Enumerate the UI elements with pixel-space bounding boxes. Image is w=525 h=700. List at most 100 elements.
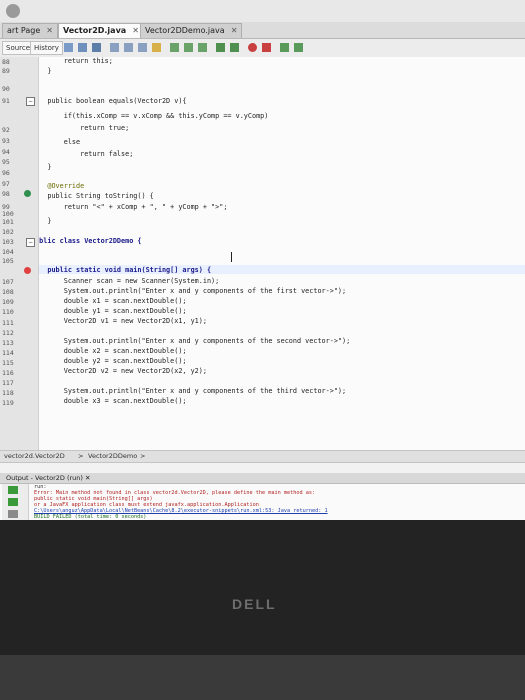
code-line: @Override bbox=[47, 182, 85, 190]
line-number: 113 bbox=[2, 339, 14, 347]
close-icon[interactable]: ✕ bbox=[231, 26, 238, 35]
code-line: } bbox=[47, 163, 52, 171]
line-number: 101 bbox=[2, 218, 14, 226]
line-number: 109 bbox=[2, 298, 14, 306]
text-cursor bbox=[231, 252, 232, 262]
code-line: public String toString() { bbox=[39, 192, 154, 200]
close-icon[interactable]: ✕ bbox=[46, 26, 53, 35]
override-marker-icon[interactable] bbox=[24, 190, 31, 197]
code-line: Scanner scan = new Scanner(System.in); bbox=[39, 277, 220, 285]
line-number: 104 bbox=[2, 248, 14, 256]
code-line: double x2 = scan.nextDouble(); bbox=[39, 347, 187, 355]
code-line: return false; bbox=[39, 150, 134, 158]
code-line: if(this.xComp == v.xComp && this.yComp =… bbox=[39, 112, 269, 120]
output-window-header: Output - Vector2D (run) ✕ bbox=[0, 473, 525, 484]
code-line: System.out.println("Enter x and y compon… bbox=[39, 287, 347, 295]
code-line: public class Vector2DDemo { bbox=[39, 237, 142, 245]
find-icon[interactable] bbox=[110, 43, 119, 52]
line-number: 111 bbox=[2, 319, 14, 327]
fold-toggle-icon[interactable]: − bbox=[26, 97, 35, 106]
line-number: 90 bbox=[2, 85, 10, 93]
find-next-icon[interactable] bbox=[138, 43, 147, 52]
code-line: return true; bbox=[39, 124, 130, 132]
code-line: } bbox=[47, 217, 52, 225]
breadcrumb-item[interactable]: Vector2DDemo bbox=[88, 452, 137, 460]
editor-tab-strip: art Page ✕ Vector2D.java ✕ Vector2DDemo.ja… bbox=[0, 22, 525, 39]
code-line: else bbox=[63, 138, 81, 146]
breadcrumb: vector2d.Vector2D > Vector2DDemo > bbox=[0, 450, 525, 463]
code-line: double y1 = scan.nextDouble(); bbox=[39, 307, 187, 315]
line-number: 107 bbox=[2, 278, 14, 286]
line-number-gutter: 88 89 90 91 − 92 93 94 95 96 97 98 99 10… bbox=[0, 57, 39, 450]
editor-toolbar: Source History bbox=[0, 39, 525, 58]
line-number: 91 bbox=[2, 97, 10, 105]
code-line: System.out.println("Enter x and y compon… bbox=[39, 337, 351, 345]
chevron-right-icon: > bbox=[140, 452, 146, 460]
code-line: public static void main(String[] args) { bbox=[39, 266, 212, 274]
previous-bookmark-icon[interactable] bbox=[170, 43, 179, 52]
close-icon[interactable]: ✕ bbox=[85, 474, 90, 482]
uncomment-icon[interactable] bbox=[294, 43, 303, 52]
start-macro-icon[interactable] bbox=[248, 43, 257, 52]
line-number: 96 bbox=[2, 169, 10, 177]
line-number: 116 bbox=[2, 369, 14, 377]
tab-vector2d-java[interactable]: Vector2D.java ✕ bbox=[58, 23, 144, 38]
line-number: 119 bbox=[2, 399, 14, 407]
code-line: } bbox=[47, 67, 52, 75]
rerun-with-options-icon[interactable] bbox=[8, 498, 18, 506]
line-number: 94 bbox=[2, 148, 10, 156]
desk-surface bbox=[0, 655, 525, 700]
last-edit-icon[interactable] bbox=[64, 43, 73, 52]
forward-icon[interactable] bbox=[92, 43, 101, 52]
code-line: return this; bbox=[39, 57, 113, 65]
fold-toggle-icon[interactable]: − bbox=[26, 238, 35, 247]
breadcrumb-item[interactable]: vector2d.Vector2D bbox=[4, 452, 65, 460]
toggle-bookmark-icon[interactable] bbox=[198, 43, 207, 52]
line-number: 110 bbox=[2, 308, 14, 316]
line-number: 102 bbox=[2, 228, 14, 236]
line-number: 95 bbox=[2, 158, 10, 166]
monitor-brand-logo: DELL bbox=[232, 596, 277, 612]
line-number: 88 bbox=[2, 58, 10, 66]
stop-macro-icon[interactable] bbox=[262, 43, 271, 52]
code-line: return "<" + xComp + ", " + yComp + ">"; bbox=[39, 203, 228, 211]
tab-output[interactable]: Output - Vector2D (run) ✕ bbox=[6, 474, 91, 482]
code-editor[interactable]: return this; } public boolean equals(Vec… bbox=[39, 57, 525, 450]
find-previous-icon[interactable] bbox=[124, 43, 133, 52]
shift-right-icon[interactable] bbox=[230, 43, 239, 52]
code-line: double x3 = scan.nextDouble(); bbox=[39, 397, 187, 405]
tab-vector2ddemo-java[interactable]: Vector2DDemo.java ✕ bbox=[140, 23, 243, 38]
stop-icon[interactable] bbox=[8, 510, 18, 518]
line-number: 108 bbox=[2, 288, 14, 296]
line-number: 98 bbox=[2, 190, 10, 198]
line-number: 93 bbox=[2, 137, 10, 145]
tab-start-page[interactable]: art Page ✕ bbox=[2, 23, 58, 38]
shift-left-icon[interactable] bbox=[216, 43, 225, 52]
comment-icon[interactable] bbox=[280, 43, 289, 52]
line-number: 117 bbox=[2, 379, 14, 387]
line-number: 118 bbox=[2, 389, 14, 397]
code-line: System.out.println("Enter x and y compon… bbox=[39, 387, 347, 395]
line-number: 105 bbox=[2, 257, 14, 265]
next-bookmark-icon[interactable] bbox=[184, 43, 193, 52]
code-line: public boolean equals(Vector2D v){ bbox=[39, 97, 187, 105]
app-logo-icon bbox=[6, 4, 20, 18]
close-icon[interactable]: ✕ bbox=[132, 26, 139, 35]
line-number: 89 bbox=[2, 67, 10, 75]
back-icon[interactable] bbox=[78, 43, 87, 52]
run-marker-icon[interactable] bbox=[24, 267, 31, 274]
rerun-icon[interactable] bbox=[8, 486, 18, 494]
output-pane[interactable]: run: Error: Main method not found in cla… bbox=[0, 484, 525, 520]
code-line: Vector2D v2 = new Vector2D(x2, y2); bbox=[39, 367, 207, 375]
ide-screen: art Page ✕ Vector2D.java ✕ Vector2DDemo.ja… bbox=[0, 0, 525, 520]
output-toolbar bbox=[2, 484, 29, 520]
history-button[interactable]: History bbox=[30, 41, 63, 55]
code-line: double y2 = scan.nextDouble(); bbox=[39, 357, 187, 365]
line-number: 97 bbox=[2, 180, 10, 188]
line-number: 112 bbox=[2, 329, 14, 337]
line-number: 100 bbox=[2, 210, 14, 218]
toggle-highlight-icon[interactable] bbox=[152, 43, 161, 52]
line-number: 114 bbox=[2, 349, 14, 357]
line-number: 103 bbox=[2, 238, 14, 246]
chevron-right-icon: > bbox=[78, 452, 84, 460]
